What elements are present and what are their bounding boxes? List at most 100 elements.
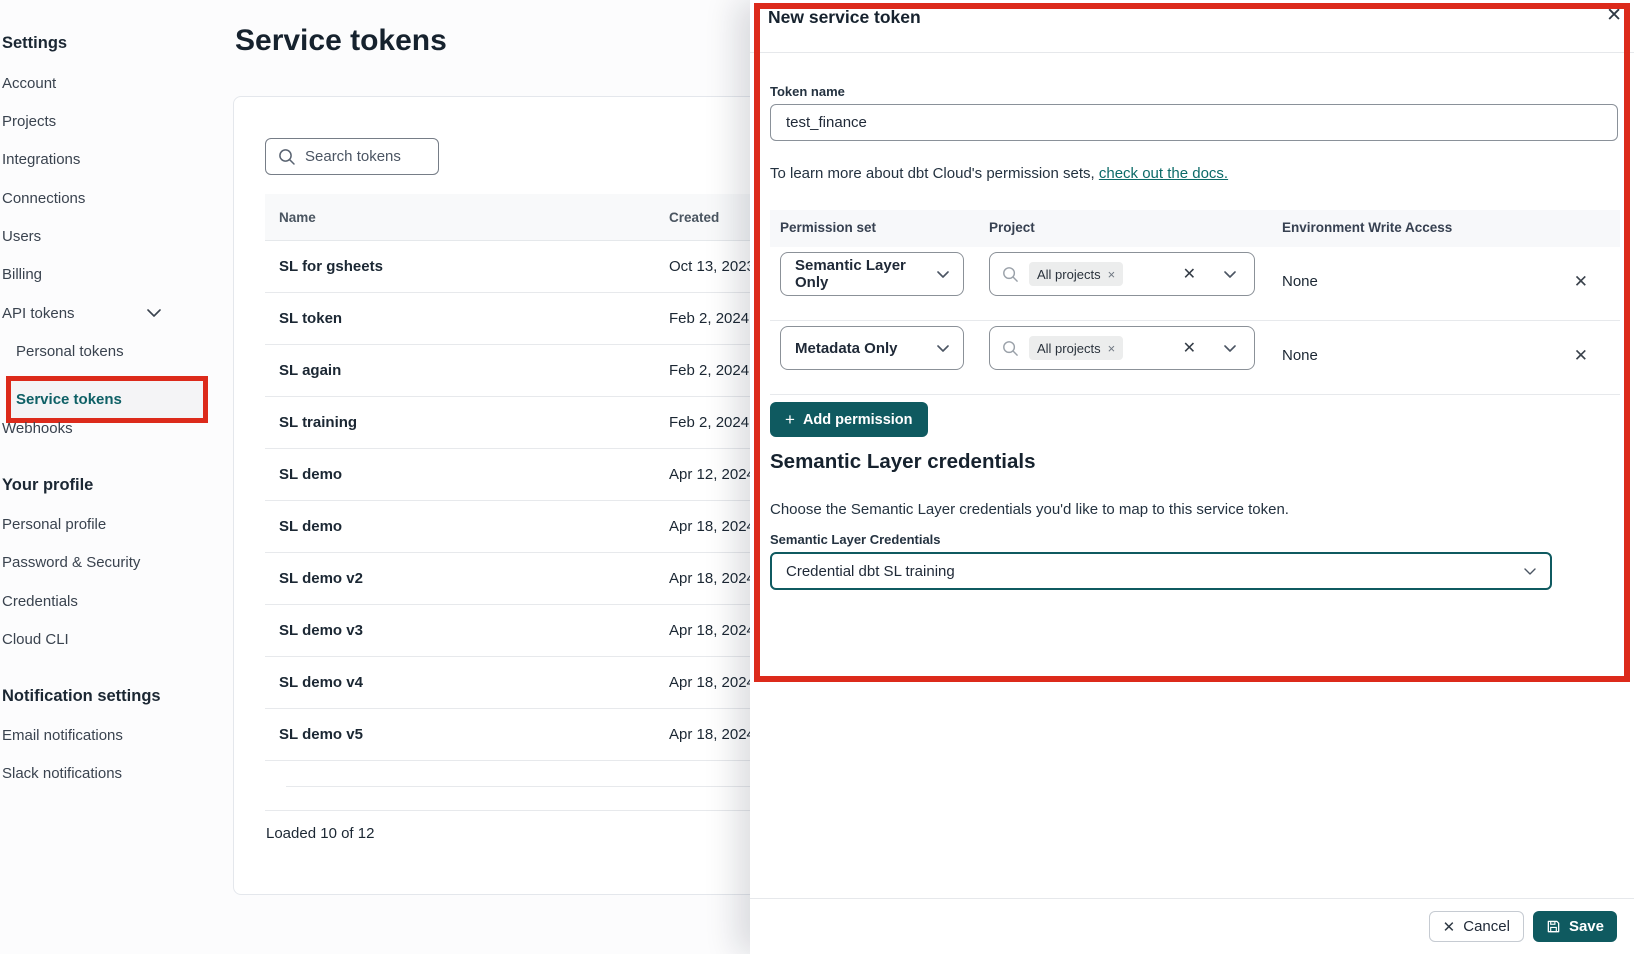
chevron-down-icon [937, 345, 949, 352]
sidebar-item-cloud-cli[interactable]: Cloud CLI [2, 627, 69, 651]
permission-set-value: Semantic Layer Only [795, 257, 937, 291]
sidebar-item-personal-profile[interactable]: Personal profile [2, 512, 106, 536]
sidebar-item-projects[interactable]: Projects [2, 109, 56, 133]
sidebar-item-personal-tokens[interactable]: Personal tokens [16, 339, 124, 363]
sidebar-item-webhooks[interactable]: Webhooks [2, 416, 73, 440]
clear-selection-icon[interactable]: ✕ [1183, 338, 1196, 358]
sidebar-item-password-security[interactable]: Password & Security [2, 550, 140, 574]
sidebar-item-credentials[interactable]: Credentials [2, 589, 78, 613]
token-name-input[interactable] [770, 104, 1618, 141]
permission-set-select[interactable]: Semantic Layer Only [780, 252, 964, 296]
column-header-name: Name [265, 210, 669, 225]
env-write-access-value: None [1282, 273, 1318, 290]
chevron-down-icon [1224, 345, 1236, 352]
sidebar-heading-your-profile: Your profile [2, 476, 93, 495]
add-permission-label: Add permission [803, 412, 913, 428]
semantic-layer-credentials-description: Choose the Semantic Layer credentials yo… [770, 501, 1289, 518]
permissions-header: Permission set Project Environment Write… [770, 210, 1620, 247]
token-created-cell: Apr 18, 2024, [669, 726, 759, 743]
add-permission-button[interactable]: + Add permission [770, 402, 928, 437]
sidebar-item-users[interactable]: Users [2, 224, 41, 248]
env-write-access-value: None [1282, 347, 1318, 364]
save-icon [1546, 919, 1561, 934]
sidebar-item-label: Service tokens [16, 391, 122, 408]
chevron-down-icon [147, 309, 161, 317]
sidebar-item-billing[interactable]: Billing [2, 262, 42, 286]
sidebar-item-account[interactable]: Account [2, 71, 56, 95]
token-created-cell: Oct 13, 2023, [669, 258, 759, 275]
chevron-down-icon [1224, 271, 1236, 278]
project-chip-label: All projects [1037, 267, 1101, 282]
column-header-env-write-access: Environment Write Access [1282, 220, 1452, 235]
search-icon [278, 148, 296, 166]
column-header-permission-set: Permission set [780, 220, 876, 235]
project-multiselect[interactable]: All projects × ✕ [989, 326, 1255, 370]
token-name-cell: SL demo [265, 466, 669, 483]
column-header-created: Created [669, 210, 719, 225]
chevron-down-icon [937, 271, 949, 278]
sidebar-item-api-tokens[interactable]: API tokens [2, 301, 161, 325]
token-created-cell: Apr 18, 2024, [669, 570, 759, 587]
new-service-token-drawer: New service token ✕ Token name To learn … [750, 0, 1634, 954]
token-name-cell: SL demo v5 [265, 726, 669, 743]
drawer-footer: ✕ Cancel Save [750, 898, 1634, 954]
token-name-cell: SL demo v3 [265, 622, 669, 639]
token-name-cell: SL for gsheets [265, 258, 669, 275]
token-created-cell: Apr 18, 2024, [669, 622, 759, 639]
sidebar-item-email-notifications[interactable]: Email notifications [2, 723, 123, 747]
search-icon [1002, 266, 1019, 283]
save-label: Save [1569, 918, 1604, 935]
clear-selection-icon[interactable]: ✕ [1183, 264, 1196, 284]
permission-row: Metadata Only All projects × ✕ None ✕ [770, 321, 1620, 395]
docs-link[interactable]: check out the docs. [1099, 165, 1228, 182]
token-created-cell: Apr 12, 2024, [669, 466, 759, 483]
token-name-cell: SL demo [265, 518, 669, 535]
remove-permission-icon[interactable]: ✕ [1574, 346, 1588, 366]
token-name-cell: SL demo v4 [265, 674, 669, 691]
settings-sidebar: Settings Account Projects Integrations C… [0, 0, 214, 954]
sidebar-heading-settings: Settings [2, 34, 67, 53]
chip-remove-icon[interactable]: × [1108, 267, 1116, 282]
drawer-title: New service token [768, 7, 921, 28]
permission-row: Semantic Layer Only All projects × ✕ Non… [770, 247, 1620, 321]
sidebar-item-label: API tokens [2, 305, 75, 322]
token-name-label: Token name [770, 84, 845, 99]
semantic-layer-credentials-label: Semantic Layer Credentials [770, 532, 941, 547]
permission-set-select[interactable]: Metadata Only [780, 326, 964, 370]
credentials-selected-value: Credential dbt SL training [786, 563, 1524, 580]
page-title: Service tokens [235, 24, 447, 58]
close-icon[interactable]: ✕ [1606, 5, 1622, 27]
cancel-icon: ✕ [1443, 918, 1456, 936]
drawer-header: New service token ✕ [750, 0, 1634, 53]
permission-rows: Semantic Layer Only All projects × ✕ Non… [770, 247, 1620, 395]
chevron-down-icon [1524, 568, 1536, 575]
permission-set-value: Metadata Only [795, 340, 937, 357]
remove-permission-icon[interactable]: ✕ [1574, 272, 1588, 292]
token-created-cell: Apr 18, 2024, [669, 518, 759, 535]
save-button[interactable]: Save [1533, 911, 1617, 942]
plus-icon: + [785, 410, 795, 430]
sidebar-item-integrations[interactable]: Integrations [2, 147, 80, 171]
project-chip[interactable]: All projects × [1029, 336, 1123, 360]
sidebar-item-connections[interactable]: Connections [2, 186, 85, 210]
column-header-project: Project [989, 220, 1035, 235]
token-name-cell: SL demo v2 [265, 570, 669, 587]
cancel-label: Cancel [1463, 918, 1510, 935]
project-chip-label: All projects [1037, 341, 1101, 356]
token-name-cell: SL token [265, 310, 669, 327]
project-chip[interactable]: All projects × [1029, 262, 1123, 286]
semantic-layer-credentials-select[interactable]: Credential dbt SL training [770, 552, 1552, 590]
cancel-button[interactable]: ✕ Cancel [1429, 911, 1524, 942]
docs-hint: To learn more about dbt Cloud's permissi… [770, 165, 1228, 182]
search-tokens-box [265, 138, 439, 175]
sidebar-heading-notification-settings: Notification settings [2, 687, 161, 706]
sidebar-item-slack-notifications[interactable]: Slack notifications [2, 761, 122, 785]
chip-remove-icon[interactable]: × [1108, 341, 1116, 356]
semantic-layer-credentials-heading: Semantic Layer credentials [770, 450, 1036, 474]
token-name-cell: SL again [265, 362, 669, 379]
project-multiselect[interactable]: All projects × ✕ [989, 252, 1255, 296]
search-tokens-input[interactable] [305, 148, 423, 165]
docs-hint-text: To learn more about dbt Cloud's permissi… [770, 165, 1099, 182]
search-icon [1002, 340, 1019, 357]
token-name-cell: SL training [265, 414, 669, 431]
